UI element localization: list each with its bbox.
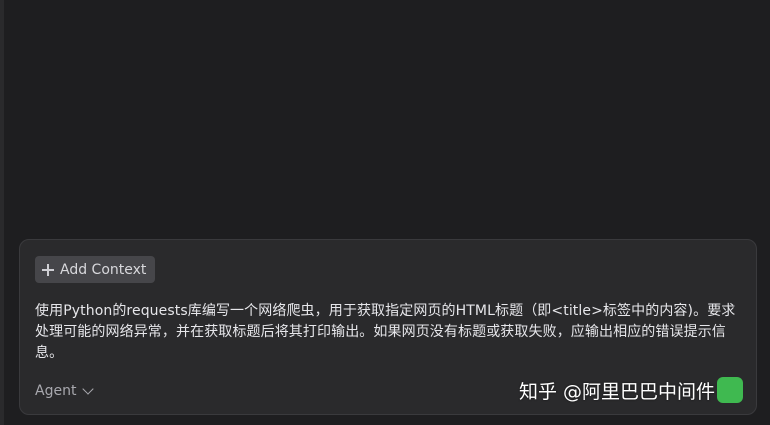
app-window: Add Context 使用Python的requests库编写一个网络爬虫，用… [0, 0, 770, 425]
mode-selector[interactable]: Agent [35, 383, 95, 399]
add-context-button[interactable]: Add Context [35, 256, 156, 283]
chevron-down-icon [82, 383, 95, 395]
send-button[interactable] [717, 377, 743, 403]
add-context-label: Add Context [60, 261, 147, 278]
watermark: 知乎 @阿里巴巴中间件 [519, 381, 716, 403]
prompt-input[interactable]: 使用Python的requests库编写一个网络爬虫，用于获取指定网页的HTML… [35, 301, 747, 364]
left-edge-border [0, 0, 4, 425]
plus-icon [42, 263, 54, 276]
mode-label: Agent [35, 383, 77, 399]
